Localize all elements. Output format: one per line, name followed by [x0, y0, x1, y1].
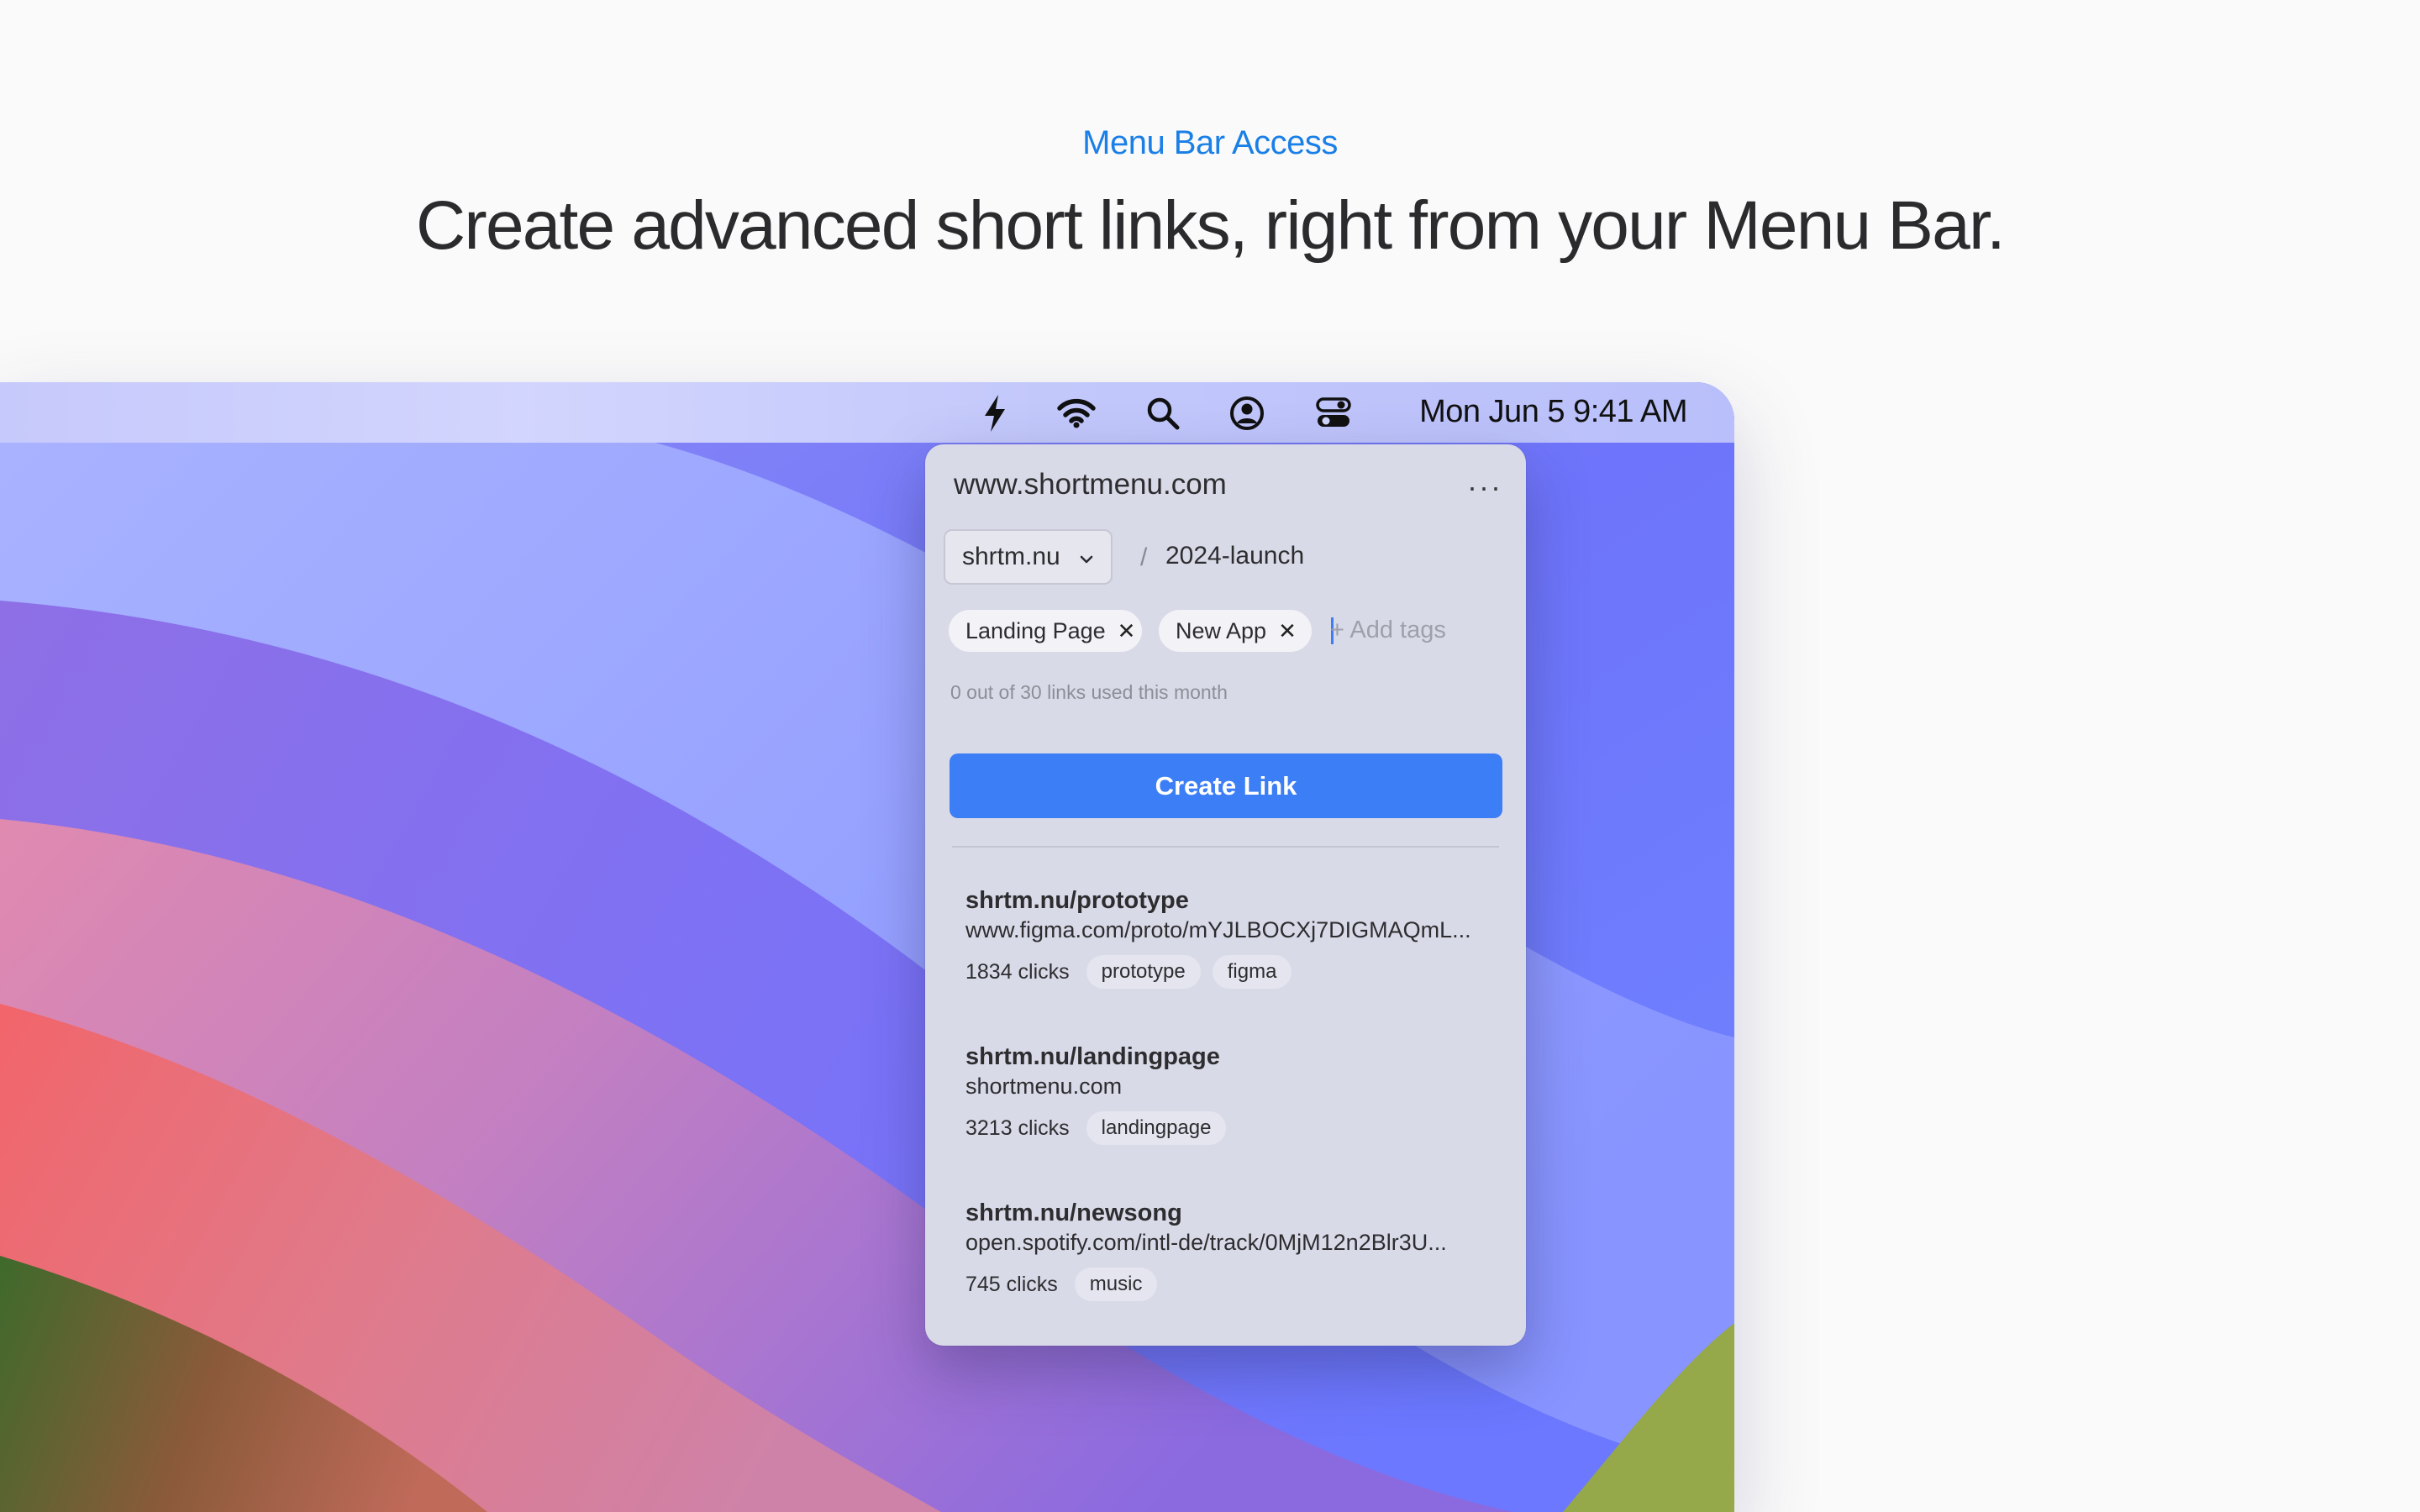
destination-url: www.figma.com/proto/mYJLBOCXj7DIGMAQmL..… — [965, 917, 1471, 942]
link-tag: landingpage — [1086, 1111, 1227, 1145]
page-headline: Create advanced short links, right from … — [416, 187, 2006, 264]
usage-text: 0 out of 30 links used this month — [950, 681, 1228, 703]
path-separator: / — [1140, 543, 1148, 571]
link-tag: music — [1074, 1268, 1158, 1301]
search-icon[interactable] — [1144, 396, 1182, 431]
bolt-icon[interactable] — [976, 395, 1014, 432]
click-count: 3213 clicks — [965, 1116, 1070, 1140]
click-count: 745 clicks — [965, 1272, 1058, 1296]
tag-label: New App — [1176, 617, 1267, 643]
destination-url: shortmenu.com — [965, 1074, 1123, 1099]
slug-input[interactable]: 2024-launch — [1165, 542, 1304, 570]
divider — [952, 846, 1499, 848]
current-url: www.shortmenu.com — [954, 468, 1227, 501]
more-icon[interactable]: ··· — [1467, 470, 1502, 505]
close-icon[interactable]: ✕ — [1118, 618, 1136, 644]
domain-select[interactable]: shrtm.nu — [944, 529, 1113, 585]
user-circle-icon[interactable] — [1228, 396, 1266, 431]
wifi-icon[interactable] — [1057, 396, 1096, 431]
tag-chip[interactable]: New App ✕ — [1159, 610, 1312, 652]
link-tag: figma — [1212, 955, 1292, 989]
chevron-down-icon — [1077, 547, 1096, 575]
tag-label: Landing Page — [965, 617, 1106, 643]
link-tag: prototype — [1086, 955, 1201, 989]
list-item[interactable]: shrtm.nu/newsong open.spotify.com/intl-d… — [965, 1200, 1486, 1301]
short-link: shrtm.nu/prototype — [965, 887, 1189, 914]
menu-bar-clock[interactable]: Mon Jun 5 9:41 AM — [1419, 394, 1687, 430]
close-icon[interactable]: ✕ — [1278, 618, 1297, 644]
destination-url: open.spotify.com/intl-de/track/0MjM12n2B… — [965, 1230, 1447, 1255]
short-link: shrtm.nu/newsong — [965, 1200, 1182, 1226]
list-item[interactable]: shrtm.nu/prototype www.figma.com/proto/m… — [965, 887, 1486, 989]
shortmenu-popover: www.shortmenu.com ··· shrtm.nu / 2024-la… — [925, 444, 1526, 1346]
create-link-button[interactable]: Create Link — [950, 753, 1502, 818]
tag-chip[interactable]: Landing Page ✕ — [949, 610, 1142, 652]
add-tags-input[interactable]: + Add tags — [1330, 617, 1446, 644]
section-eyebrow: Menu Bar Access — [1082, 124, 1338, 161]
click-count: 1834 clicks — [965, 959, 1070, 984]
mac-menu-bar: Mon Jun 5 9:41 AM — [0, 382, 1734, 443]
list-item[interactable]: shrtm.nu/landingpage shortmenu.com 3213 … — [965, 1043, 1486, 1145]
short-link: shrtm.nu/landingpage — [965, 1043, 1220, 1070]
domain-select-value: shrtm.nu — [962, 543, 1060, 570]
control-center-icon[interactable] — [1314, 396, 1353, 431]
